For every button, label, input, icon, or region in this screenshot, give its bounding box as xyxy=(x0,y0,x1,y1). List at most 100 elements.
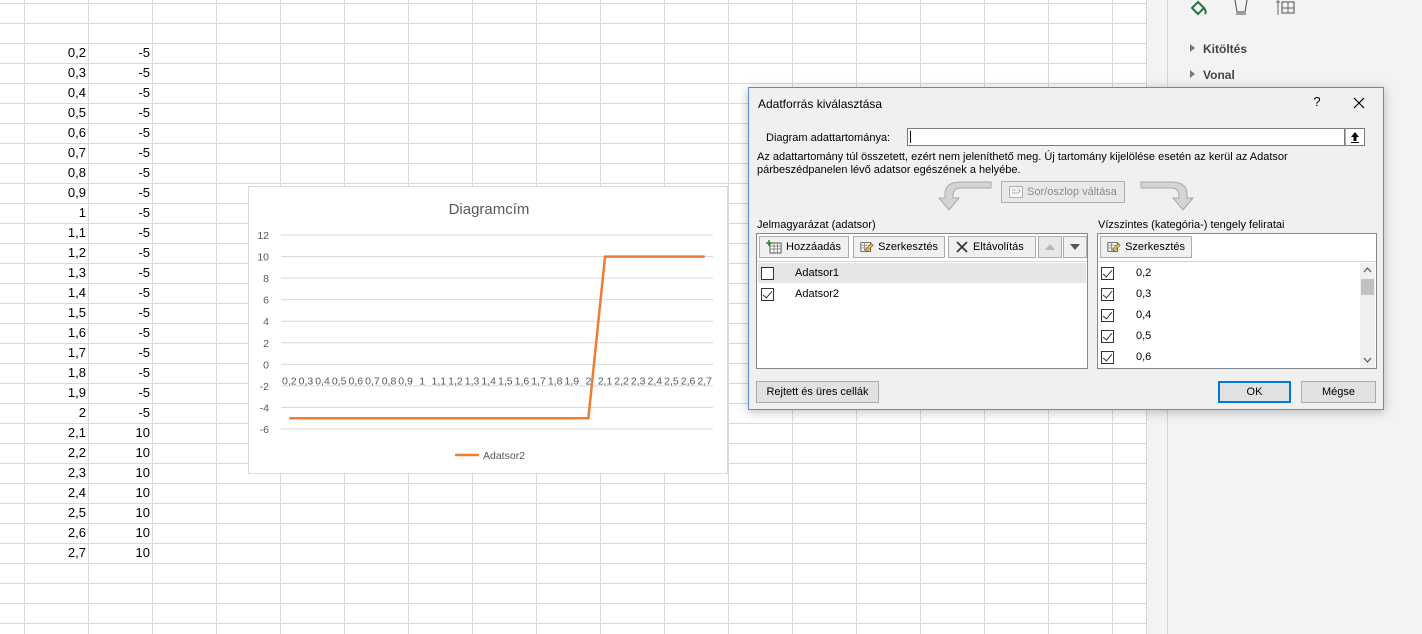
switch-row-column-button[interactable]: Sor/oszlop váltása xyxy=(1001,181,1125,203)
cell-a-14[interactable]: 1,5 xyxy=(24,303,86,323)
axis-label-item[interactable]: 0,5 xyxy=(1099,326,1359,346)
cell-b-16[interactable]: -5 xyxy=(88,343,150,363)
cell-b-4[interactable]: -5 xyxy=(88,103,150,123)
x-tick-label: 1,7 xyxy=(531,375,546,387)
cell-b-24[interactable]: 10 xyxy=(88,503,150,523)
cell-b-5[interactable]: -5 xyxy=(88,123,150,143)
cell-b-19[interactable]: -5 xyxy=(88,403,150,423)
x-tick-label: 0,7 xyxy=(365,375,380,387)
cell-b-15[interactable]: -5 xyxy=(88,323,150,343)
cell-a-11[interactable]: 1,2 xyxy=(24,243,86,263)
cell-a-7[interactable]: 0,8 xyxy=(24,163,86,183)
axis-list-scrollbar[interactable] xyxy=(1360,263,1375,368)
cell-b-26[interactable]: 10 xyxy=(88,543,150,563)
chart-title[interactable]: Diagramcím xyxy=(449,201,530,218)
cell-a-5[interactable]: 0,6 xyxy=(24,123,86,143)
cell-a-23[interactable]: 2,4 xyxy=(24,483,86,503)
axis-label-checkbox[interactable] xyxy=(1101,287,1114,301)
cell-b-11[interactable]: -5 xyxy=(88,243,150,263)
cell-a-2[interactable]: 0,3 xyxy=(24,63,86,83)
cell-a-18[interactable]: 1,9 xyxy=(24,383,86,403)
axis-label-item[interactable]: 0,6 xyxy=(1099,347,1359,367)
cancel-button[interactable]: Mégse xyxy=(1301,381,1376,403)
cell-b-6[interactable]: -5 xyxy=(88,143,150,163)
legend-series-panel: Hozzáadás Szerkesztés Eltávolítás Adatso… xyxy=(756,233,1088,369)
close-button[interactable] xyxy=(1347,93,1371,113)
axis-label-checkbox[interactable] xyxy=(1101,266,1114,280)
cell-a-6[interactable]: 0,7 xyxy=(24,143,86,163)
scroll-down-icon[interactable] xyxy=(1363,357,1372,363)
fill-section[interactable]: Kitöltés xyxy=(1190,42,1247,56)
range-input[interactable] xyxy=(907,128,1345,146)
edit-series-button[interactable]: Szerkesztés xyxy=(853,236,945,258)
axis-label-checkbox[interactable] xyxy=(1101,308,1114,322)
axis-label-item[interactable]: 0,3 xyxy=(1099,284,1359,304)
size-properties-icon[interactable] xyxy=(1276,0,1298,18)
cell-a-15[interactable]: 1,6 xyxy=(24,323,86,343)
cell-a-9[interactable]: 1 xyxy=(24,203,86,223)
cell-a-17[interactable]: 1,8 xyxy=(24,363,86,383)
cell-b-3[interactable]: -5 xyxy=(88,83,150,103)
y-tick-label: 0 xyxy=(263,359,269,371)
scroll-up-icon[interactable] xyxy=(1363,267,1372,273)
ok-button[interactable]: OK xyxy=(1218,381,1291,403)
series-list-item[interactable]: Adatsor1 xyxy=(758,263,1086,283)
edit-axis-labels-label: Szerkesztés xyxy=(1125,241,1185,253)
line-section[interactable]: Vonal xyxy=(1190,68,1235,82)
axis-label-checkbox[interactable] xyxy=(1101,329,1114,343)
fill-line-icon[interactable] xyxy=(1188,0,1210,18)
cell-a-8[interactable]: 0,9 xyxy=(24,183,86,203)
axis-label-checkbox[interactable] xyxy=(1101,350,1114,364)
cell-b-12[interactable]: -5 xyxy=(88,263,150,283)
cell-a-22[interactable]: 2,3 xyxy=(24,463,86,483)
axis-label-item[interactable]: 0,2 xyxy=(1099,263,1359,283)
cell-b-22[interactable]: 10 xyxy=(88,463,150,483)
series-list-item[interactable]: Adatsor2 xyxy=(758,284,1086,304)
remove-series-button[interactable]: Eltávolítás xyxy=(948,236,1036,258)
cell-a-25[interactable]: 2,6 xyxy=(24,523,86,543)
add-series-button[interactable]: Hozzáadás xyxy=(759,236,849,258)
hidden-empty-cells-button[interactable]: Rejtett és üres cellák xyxy=(756,381,879,403)
cell-b-25[interactable]: 10 xyxy=(88,523,150,543)
scroll-thumb[interactable] xyxy=(1361,279,1374,295)
cell-a-19[interactable]: 2 xyxy=(24,403,86,423)
axis-label-item[interactable]: 0,4 xyxy=(1099,305,1359,325)
series-checkbox[interactable] xyxy=(761,266,774,280)
cell-a-20[interactable]: 2,1 xyxy=(24,423,86,443)
series-checkbox[interactable] xyxy=(761,287,774,301)
cell-b-9[interactable]: -5 xyxy=(88,203,150,223)
cell-b-14[interactable]: -5 xyxy=(88,303,150,323)
cell-a-4[interactable]: 0,5 xyxy=(24,103,86,123)
cell-a-10[interactable]: 1,1 xyxy=(24,223,86,243)
edit-axis-labels-button[interactable]: Szerkesztés xyxy=(1100,236,1192,258)
cell-a-24[interactable]: 2,5 xyxy=(24,503,86,523)
effects-icon[interactable] xyxy=(1230,0,1252,18)
cell-b-13[interactable]: -5 xyxy=(88,283,150,303)
cell-b-20[interactable]: 10 xyxy=(88,423,150,443)
cell-b-7[interactable]: -5 xyxy=(88,163,150,183)
cell-a-3[interactable]: 0,4 xyxy=(24,83,86,103)
cell-b-23[interactable]: 10 xyxy=(88,483,150,503)
cell-a-26[interactable]: 2,7 xyxy=(24,543,86,563)
cell-b-8[interactable]: -5 xyxy=(88,183,150,203)
cell-b-2[interactable]: -5 xyxy=(88,63,150,83)
cell-b-17[interactable]: -5 xyxy=(88,363,150,383)
cell-b-21[interactable]: 10 xyxy=(88,443,150,463)
collapse-range-button[interactable] xyxy=(1345,128,1365,146)
line-chart[interactable]: Diagramcím 12 10 8 6 4 2 0 -2 -4 -6 0,2 0,3 0,4 0,5 0… xyxy=(248,186,728,474)
cell-a-16[interactable]: 1,7 xyxy=(24,343,86,363)
chart-series[interactable] xyxy=(289,255,705,420)
cell-a-12[interactable]: 1,3 xyxy=(24,263,86,283)
move-down-button[interactable] xyxy=(1063,236,1087,258)
cell-b-18[interactable]: -5 xyxy=(88,383,150,403)
chart-legend[interactable]: Adatsor2 xyxy=(455,450,525,462)
cell-b-1[interactable]: -5 xyxy=(88,43,150,63)
series-line[interactable] xyxy=(289,255,705,420)
cell-a-13[interactable]: 1,4 xyxy=(24,283,86,303)
cell-a-21[interactable]: 2,2 xyxy=(24,443,86,463)
help-button[interactable]: ? xyxy=(1309,94,1325,109)
cell-b-10[interactable]: -5 xyxy=(88,223,150,243)
move-up-button[interactable] xyxy=(1038,236,1062,258)
switch-row-column-label: Sor/oszlop váltása xyxy=(1027,186,1117,198)
cell-a-1[interactable]: 0,2 xyxy=(24,43,86,63)
